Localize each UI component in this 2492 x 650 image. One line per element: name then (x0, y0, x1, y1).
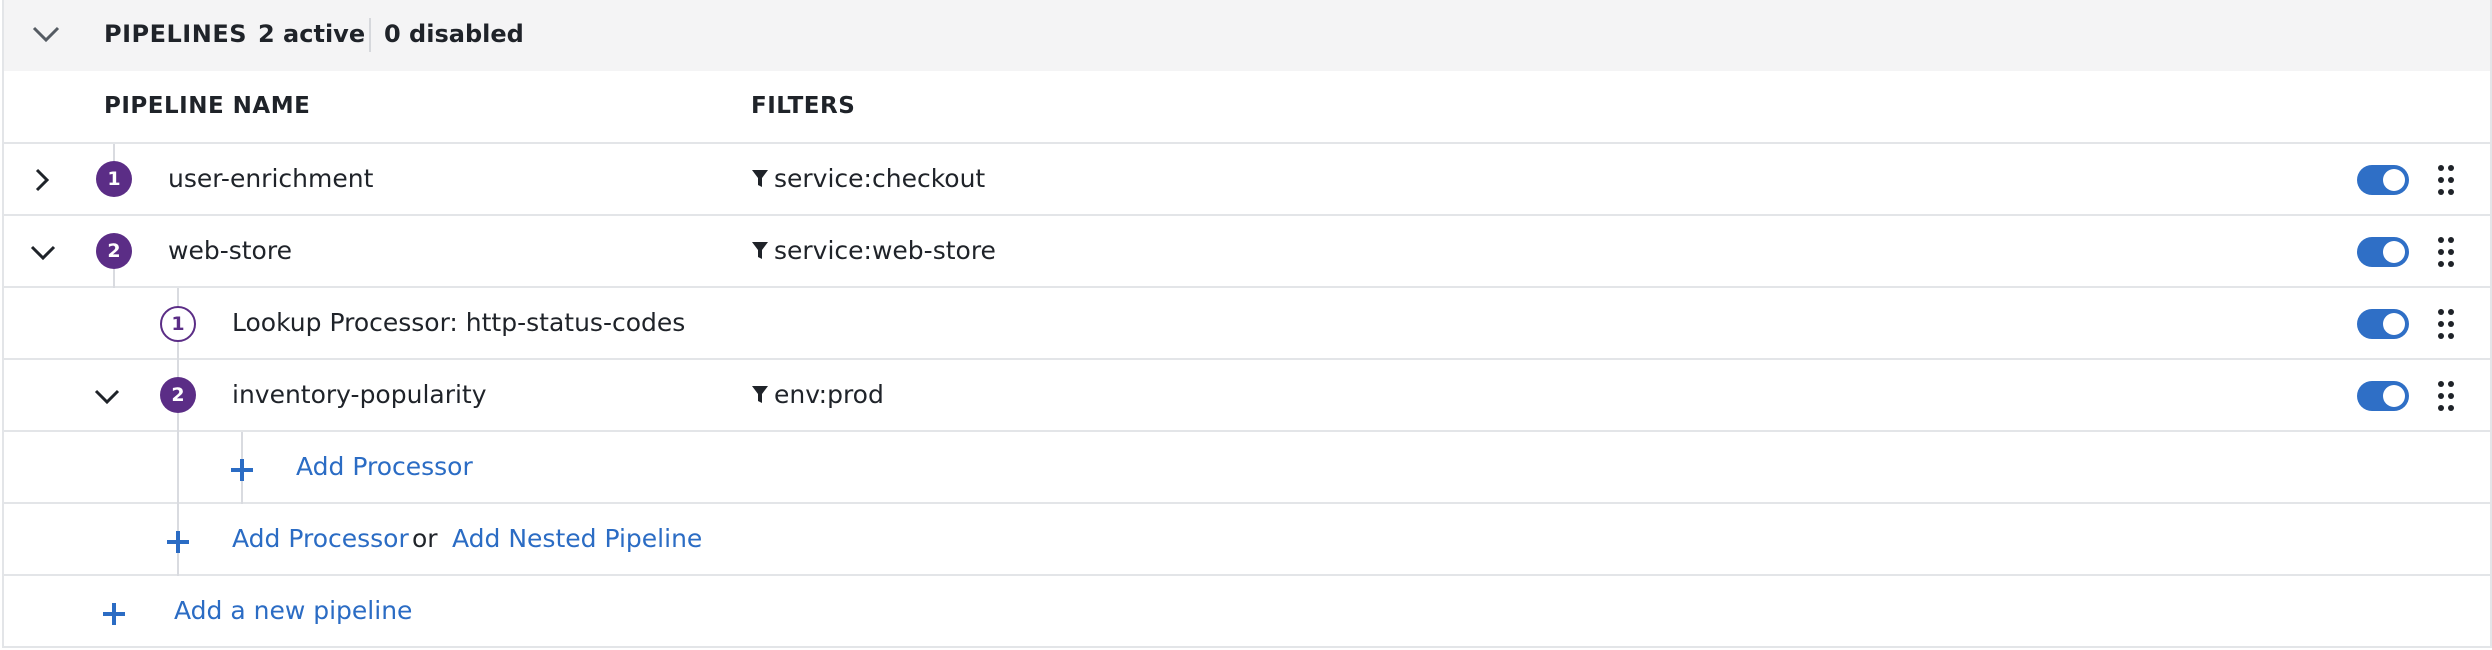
collapse-chevron-icon[interactable] (28, 240, 58, 268)
pipeline-row[interactable]: 2 web-store service:web-store (4, 216, 2490, 288)
tree-line (177, 413, 179, 432)
filter-query: env:prod (774, 380, 884, 409)
pipeline-filter: service:web-store (752, 236, 996, 265)
tree-line (177, 360, 179, 377)
add-nested-pipeline-link[interactable]: Add Nested Pipeline (452, 524, 702, 553)
processor-index-badge: 1 (160, 306, 196, 342)
tree-line (113, 144, 115, 161)
expand-chevron-icon[interactable] (30, 166, 54, 198)
pipeline-index-badge: 1 (96, 161, 132, 197)
pipelines-title: PIPELINES (104, 20, 247, 48)
plus-icon[interactable] (230, 458, 254, 486)
filter-icon (752, 242, 768, 259)
filter-icon (752, 386, 768, 403)
add-new-pipeline-link[interactable]: Add a new pipeline (174, 596, 412, 625)
column-filters: FILTERS (751, 93, 856, 119)
add-processor-nested-row: Add Processor (4, 432, 2490, 504)
header-divider (369, 18, 371, 52)
active-count: 2 active (258, 20, 366, 48)
enable-toggle[interactable] (2357, 165, 2409, 195)
processor-row[interactable]: 1 Lookup Processor: http-status-codes (4, 288, 2490, 360)
processor-name[interactable]: Lookup Processor: http-status-codes (232, 308, 685, 337)
pipeline-filter: service:checkout (752, 164, 985, 193)
filter-icon (752, 170, 768, 187)
plus-icon[interactable] (166, 530, 190, 558)
drag-handle-icon[interactable] (2436, 164, 2456, 200)
add-processor-row: Add Processor or Add Nested Pipeline (4, 504, 2490, 576)
add-pipeline-row: Add a new pipeline (4, 576, 2490, 648)
filter-query: service:web-store (774, 236, 996, 265)
pipeline-filter: env:prod (752, 380, 884, 409)
enable-toggle[interactable] (2357, 381, 2409, 411)
collapse-chevron-icon[interactable] (30, 20, 62, 52)
column-header-row: PIPELINE NAME FILTERS (4, 71, 2490, 144)
nested-pipeline-index-badge: 2 (160, 377, 196, 413)
add-processor-link[interactable]: Add Processor (296, 452, 473, 481)
collapse-chevron-icon[interactable] (92, 384, 122, 412)
drag-handle-icon[interactable] (2436, 236, 2456, 272)
column-pipeline-name: PIPELINE NAME (104, 93, 311, 119)
pipelines-header: PIPELINES 2 active 0 disabled (4, 0, 2490, 71)
enable-toggle[interactable] (2357, 237, 2409, 267)
pipeline-row[interactable]: 1 user-enrichment service:checkout (4, 144, 2490, 216)
or-separator: or (412, 524, 438, 553)
drag-handle-icon[interactable] (2436, 380, 2456, 416)
filter-query: service:checkout (774, 164, 986, 193)
disabled-count: 0 disabled (384, 20, 524, 48)
nested-pipeline-row[interactable]: 2 inventory-popularity env:prod (4, 360, 2490, 432)
pipeline-name[interactable]: web-store (168, 236, 292, 265)
add-processor-link[interactable]: Add Processor (232, 524, 409, 553)
tree-line (113, 269, 115, 288)
enable-toggle[interactable] (2357, 309, 2409, 339)
pipeline-name[interactable]: user-enrichment (168, 164, 373, 193)
drag-handle-icon[interactable] (2436, 308, 2456, 344)
plus-icon[interactable] (102, 602, 126, 630)
pipeline-index-badge: 2 (96, 233, 132, 269)
nested-pipeline-name[interactable]: inventory-popularity (232, 380, 487, 409)
pipelines-panel: PIPELINES 2 active 0 disabled PIPELINE N… (2, 0, 2492, 648)
tree-line (177, 432, 179, 504)
